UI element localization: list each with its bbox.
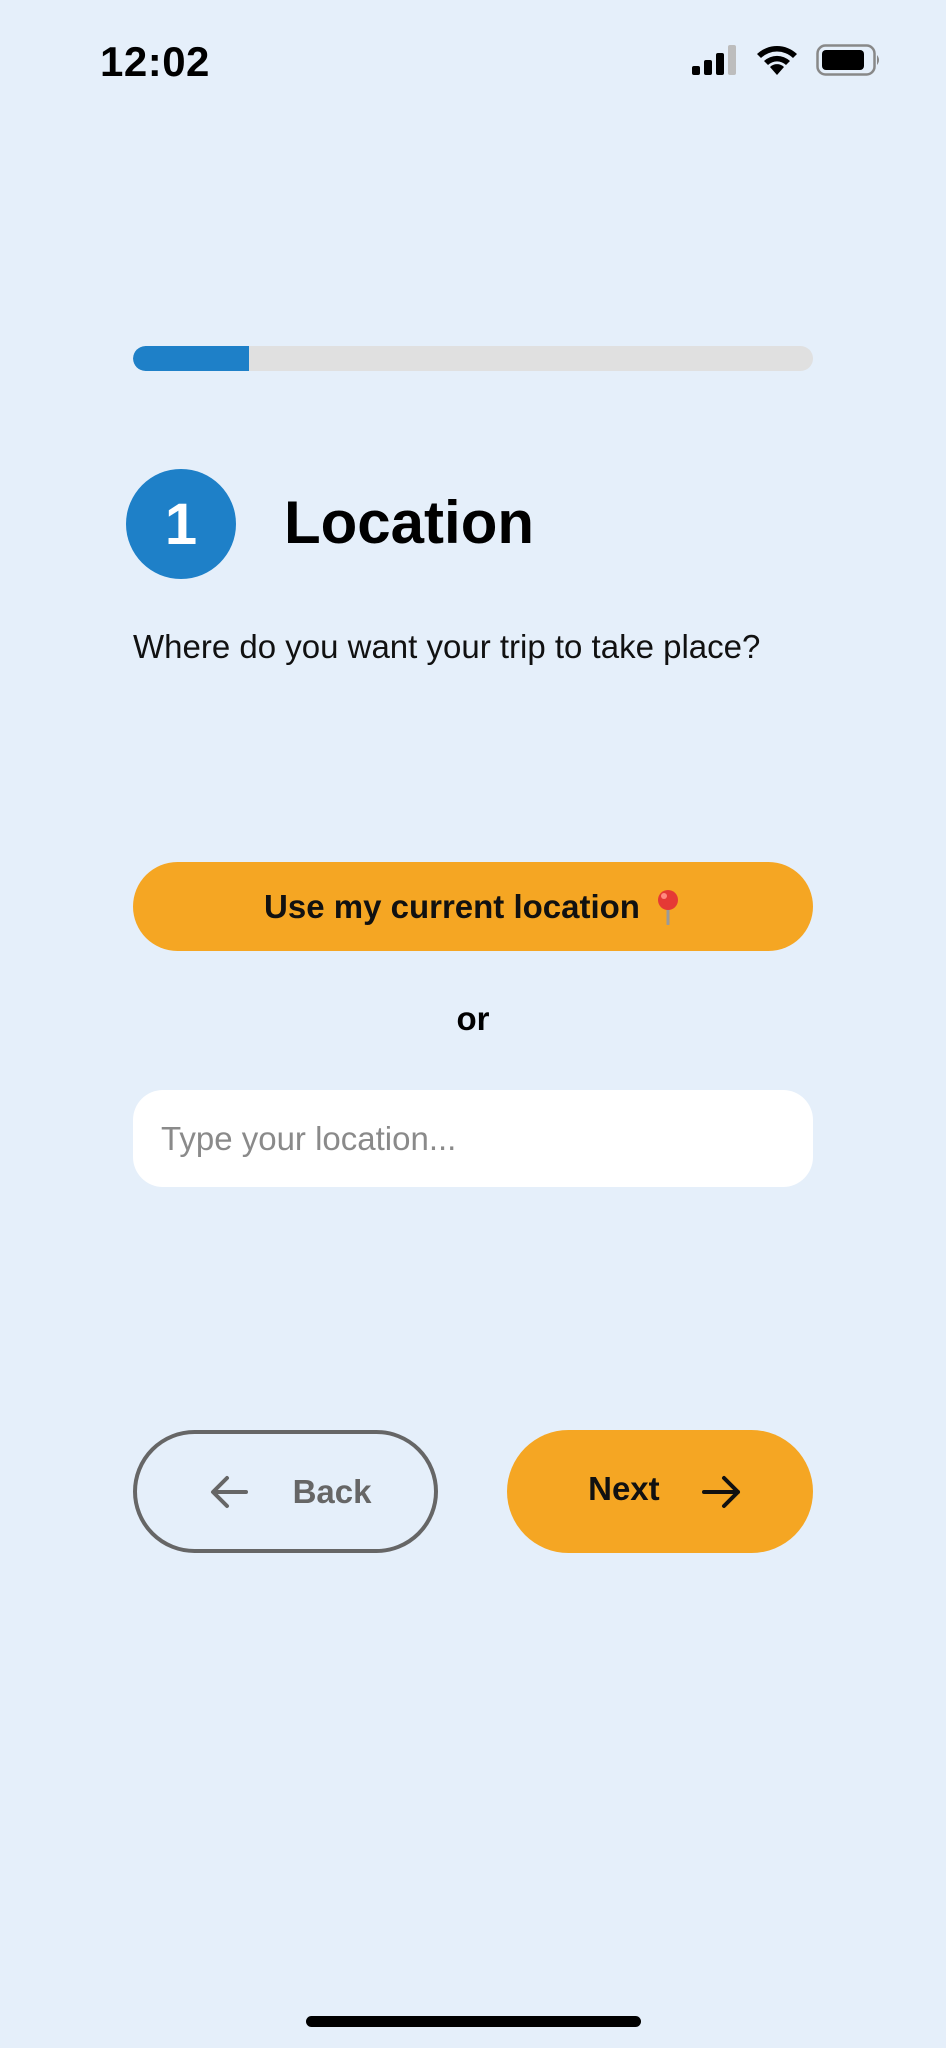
step-title: Location [284, 489, 534, 556]
map-pin-icon [654, 889, 682, 925]
step-question: Where do you want your trip to take plac… [133, 628, 761, 665]
home-indicator [306, 2016, 641, 2027]
status-time: 12:02 [100, 38, 210, 85]
back-button[interactable]: Back [133, 1430, 438, 1553]
arrow-left-icon [210, 1475, 248, 1509]
wifi-icon [756, 44, 798, 76]
trip-location-screen: 12:02 1 Location Where do you want your … [0, 0, 946, 2048]
progress-bar [133, 346, 813, 371]
or-divider: or [456, 1000, 490, 1037]
next-label: Next [588, 1469, 660, 1507]
use-current-location-button[interactable]: Use my current location [133, 862, 813, 951]
next-button[interactable]: Next [507, 1430, 813, 1553]
back-label: Back [292, 1472, 372, 1510]
battery-icon [816, 44, 882, 76]
status-icons [692, 44, 882, 76]
arrow-right-icon [701, 1475, 742, 1509]
cellular-signal-icon [692, 45, 738, 75]
location-input[interactable] [133, 1090, 813, 1187]
step-number-badge: 1 [126, 469, 236, 579]
progress-fill [133, 346, 249, 371]
use-current-location-label: Use my current location [264, 887, 640, 925]
